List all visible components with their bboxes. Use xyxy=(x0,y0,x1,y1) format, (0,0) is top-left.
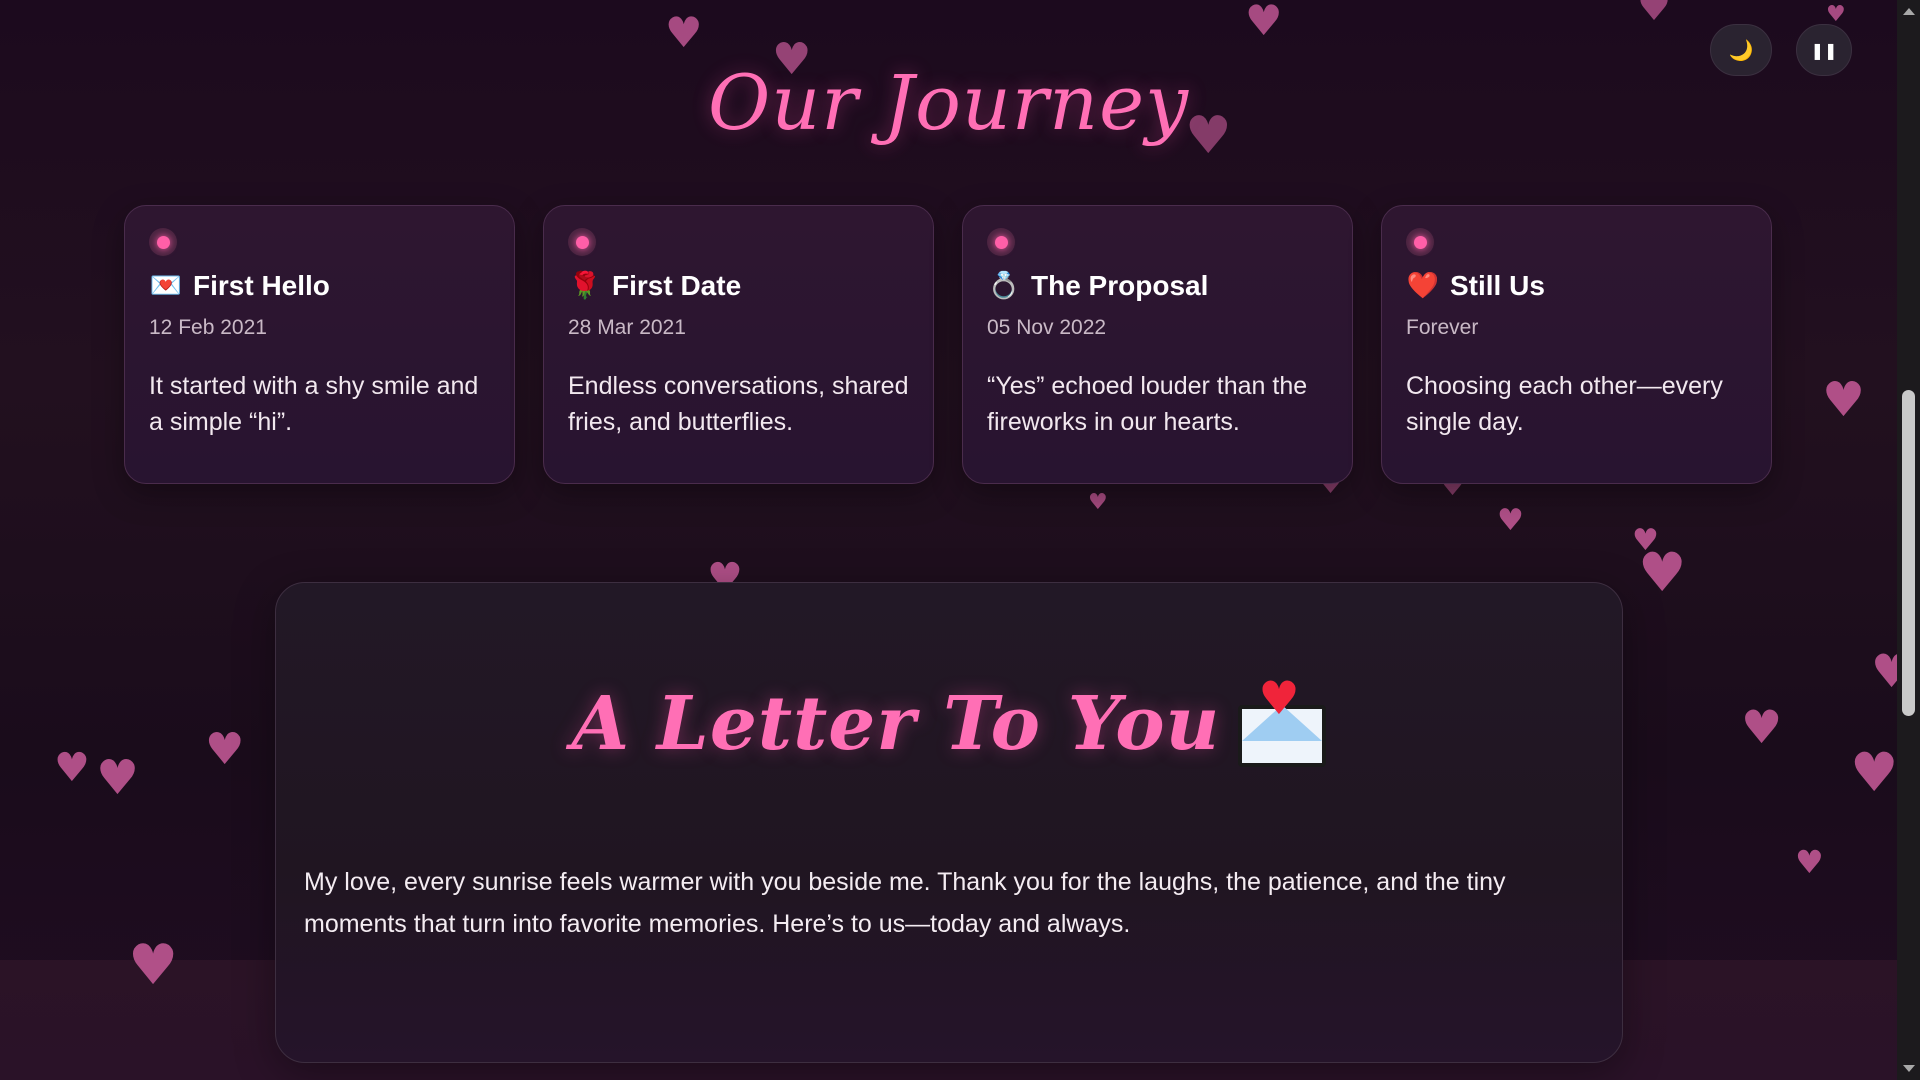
card-text: Choosing each other—every single day. xyxy=(1406,372,1723,436)
timeline-card: ❤️ Still Us Forever Choosing each other—… xyxy=(1381,205,1772,484)
floating-heart-icon: ♥ xyxy=(1632,523,1659,558)
journey-title: Our Journey xyxy=(707,58,1190,147)
timeline-card: 💍 The Proposal 05 Nov 2022 “Yes” echoed … xyxy=(962,205,1353,484)
timeline-dot xyxy=(149,228,177,256)
scrollbar-thumb[interactable] xyxy=(1902,390,1915,716)
floating-heart-icon: ♥ xyxy=(1850,741,1899,804)
ring-icon: 💍 xyxy=(987,271,1021,301)
timeline-card: 🌹 First Date 28 Mar 2021 Endless convers… xyxy=(543,205,934,484)
timeline-dot xyxy=(1406,228,1434,256)
timeline-cards: 💌 First Hello 12 Feb 2021 It started wit… xyxy=(124,205,1772,484)
floating-heart-icon: ♥ xyxy=(1088,490,1108,515)
card-date: Forever xyxy=(1406,316,1479,339)
love-letter-icon: 💌 xyxy=(149,271,183,301)
pause-icon: ❚❚ xyxy=(1810,40,1838,60)
timeline-dot xyxy=(568,228,596,256)
floating-heart-icon: ♥ xyxy=(1637,0,1672,29)
pause-button[interactable]: ❚❚ xyxy=(1796,24,1852,76)
scroll-down-arrow-icon[interactable] xyxy=(1903,1065,1915,1072)
rose-icon: 🌹 xyxy=(568,271,602,301)
timeline-card: 💌 First Hello 12 Feb 2021 It started wit… xyxy=(124,205,515,484)
letter-title: A Letter To You xyxy=(571,681,1221,767)
card-date: 05 Nov 2022 xyxy=(987,316,1107,339)
floating-heart-icon: ♥ xyxy=(1795,843,1824,881)
floating-heart-icon: ♥ xyxy=(1822,372,1866,428)
letter-card: A Letter To You ♥ My love, every sunrise… xyxy=(275,582,1623,1063)
floating-heart-icon: ♥ xyxy=(1245,0,1283,45)
card-text: It started with a shy smile and a simple… xyxy=(149,372,479,436)
card-date: 28 Mar 2021 xyxy=(568,316,686,339)
top-controls: 🌙 ❚❚ xyxy=(1710,24,1852,76)
floating-heart-icon: ♥ xyxy=(54,745,90,791)
card-text: Endless conversations, shared fries, and… xyxy=(568,372,909,436)
letter-body: My love, every sunrise feels warmer with… xyxy=(304,868,1506,938)
envelope-heart-icon: ♥ xyxy=(1238,675,1327,767)
theme-toggle-button[interactable]: 🌙 xyxy=(1710,24,1772,76)
card-title: The Proposal xyxy=(1031,270,1209,301)
card-text: “Yes” echoed louder than the fireworks i… xyxy=(987,372,1308,436)
floating-heart-icon: ♥ xyxy=(1497,503,1524,538)
moon-icon: 🌙 xyxy=(1728,38,1754,62)
card-title: First Date xyxy=(612,270,742,301)
floating-heart-icon: ♥ xyxy=(1638,541,1687,604)
card-date: 12 Feb 2021 xyxy=(149,316,267,339)
floating-heart-icon: ♥ xyxy=(1741,700,1783,754)
heart-icon: ❤️ xyxy=(1406,271,1440,301)
scroll-up-arrow-icon[interactable] xyxy=(1903,8,1915,15)
floating-heart-icon: ♥ xyxy=(205,724,245,775)
floating-heart-icon: ♥ xyxy=(665,8,703,57)
timeline-dot xyxy=(987,228,1015,256)
floating-heart-icon: ♥ xyxy=(1826,2,1846,27)
floating-heart-icon: ♥ xyxy=(96,750,140,806)
vertical-scrollbar[interactable] xyxy=(1897,0,1920,1080)
card-title: Still Us xyxy=(1450,270,1545,301)
card-title: First Hello xyxy=(193,270,330,301)
